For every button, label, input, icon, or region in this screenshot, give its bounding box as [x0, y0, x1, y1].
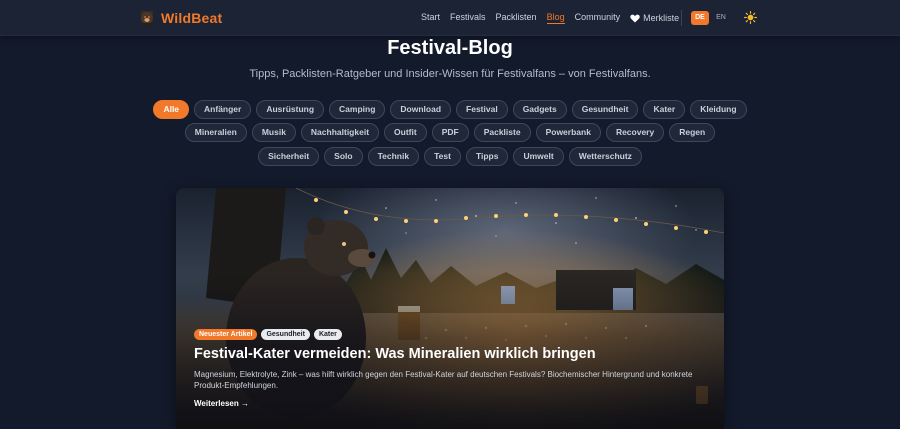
filter-chip-festival[interactable]: Festival: [456, 100, 508, 119]
filter-chip-download[interactable]: Download: [390, 100, 452, 119]
nav-link-blog[interactable]: Blog: [546, 12, 565, 24]
filter-row-1: Alle Anfänger Ausrüstung Camping Downloa…: [0, 100, 900, 119]
filter-chip-packliste[interactable]: Packliste: [473, 123, 531, 142]
article-title[interactable]: Festival-Kater vermeiden: Was Mineralien…: [194, 346, 714, 362]
filter-chip-gesundheit[interactable]: Gesundheit: [571, 100, 639, 119]
nav-link-community[interactable]: Community: [575, 12, 621, 24]
nav-link-festivals[interactable]: Festivals: [450, 12, 486, 24]
main-menu: Start Festivals Packlisten Blog Communit…: [421, 12, 689, 24]
nav-link-packlisten[interactable]: Packlisten: [496, 12, 537, 24]
nav-divider: [681, 10, 682, 26]
filter-chip-technik[interactable]: Technik: [367, 147, 420, 166]
heart-icon: [630, 14, 640, 22]
badge-gesundheit: Gesundheit: [261, 329, 310, 340]
page-title: Festival-Blog: [387, 37, 513, 59]
filter-chip-outfit[interactable]: Outfit: [384, 123, 427, 142]
merkliste-label: Merkliste: [643, 13, 680, 23]
filter-row-2: Mineralien Musik Nachhaltigkeit Outfit P…: [0, 123, 900, 142]
language-en-button[interactable]: EN: [714, 11, 728, 25]
filter-chip-gadgets[interactable]: Gadgets: [512, 100, 567, 119]
filter-chip-kater[interactable]: Kater: [643, 100, 686, 119]
filter-chip-regen[interactable]: Regen: [669, 123, 716, 142]
badge-newest: Neuester Artikel: [194, 329, 258, 340]
article-badges: Neuester Artikel Gesundheit Kater: [194, 329, 346, 340]
filter-chip-recovery[interactable]: Recovery: [605, 123, 665, 142]
filter-chip-tipps[interactable]: Tipps: [465, 147, 509, 166]
featured-article-card[interactable]: Neuester Artikel Gesundheit Kater Festiv…: [176, 188, 724, 429]
filter-row-3: Sicherheit Solo Technik Test Tipps Umwel…: [0, 147, 900, 166]
filter-chip-mineralien[interactable]: Mineralien: [184, 123, 247, 142]
filter-chip-camping[interactable]: Camping: [329, 100, 386, 119]
filter-chip-nachhaltigkeit[interactable]: Nachhaltigkeit: [300, 123, 380, 142]
card-gradient-overlay: [176, 188, 724, 429]
filter-chip-sicherheit[interactable]: Sicherheit: [258, 147, 320, 166]
article-excerpt: Magnesium, Elektrolyte, Zink – was hilft…: [194, 370, 693, 390]
nav-link-start[interactable]: Start: [421, 12, 440, 24]
filter-chip-pdf[interactable]: PDF: [431, 123, 469, 142]
filter-chip-ausruestung[interactable]: Ausrüstung: [256, 100, 325, 119]
filter-chip-umwelt[interactable]: Umwelt: [513, 147, 564, 166]
filter-chip-musik[interactable]: Musik: [251, 123, 296, 142]
page-subtitle: Tipps, Packlisten-Ratgeber und Insider-W…: [249, 68, 651, 80]
filter-chip-powerbank[interactable]: Powerbank: [535, 123, 601, 142]
language-de-button[interactable]: DE: [691, 11, 709, 25]
read-more-link[interactable]: Weiterlesen →: [194, 399, 249, 408]
badge-kater: Kater: [313, 329, 342, 340]
sun-icon: [744, 11, 757, 24]
filter-chip-wetterschutz[interactable]: Wetterschutz: [568, 147, 642, 166]
bear-logo-icon: [139, 9, 155, 27]
filter-chip-solo[interactable]: Solo: [324, 147, 363, 166]
filter-chip-anfaenger[interactable]: Anfänger: [194, 100, 252, 119]
filter-chip-alle[interactable]: Alle: [153, 100, 190, 119]
theme-toggle-button[interactable]: [744, 11, 757, 24]
brand-name: WildBeat: [161, 10, 223, 26]
nav-link-merkliste[interactable]: Merkliste: [630, 12, 679, 24]
filter-chip-kleidung[interactable]: Kleidung: [690, 100, 747, 119]
filter-chip-test[interactable]: Test: [424, 147, 461, 166]
top-navigation: WildBeat Start Festivals Packlisten Blog…: [0, 0, 900, 36]
brand-logo-link[interactable]: WildBeat: [139, 8, 222, 28]
